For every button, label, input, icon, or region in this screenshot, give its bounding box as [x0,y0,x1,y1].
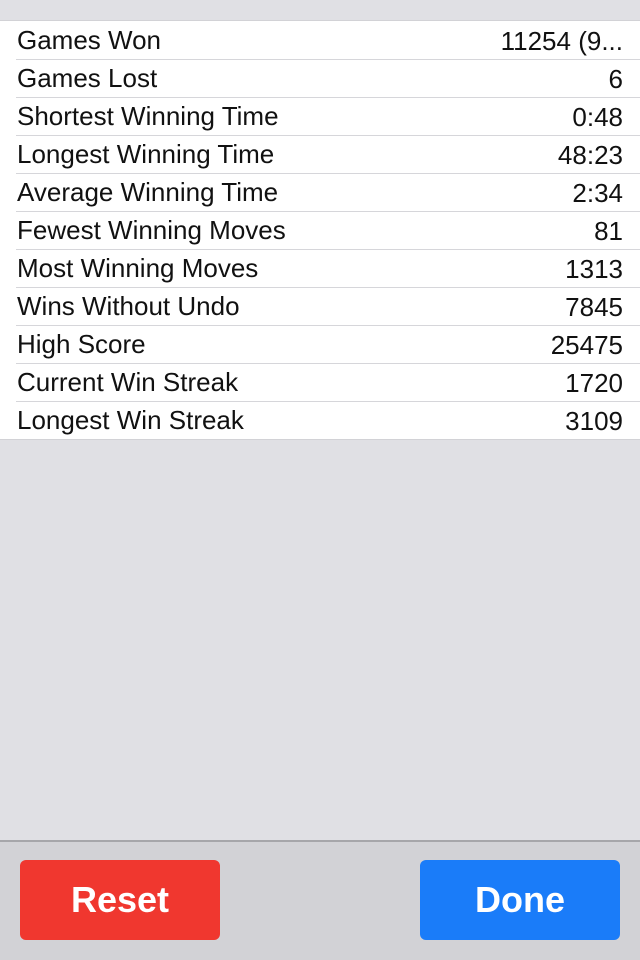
stat-row-longest-win-streak: Longest Win Streak 3109 [0,401,640,439]
stat-value: 81 [594,216,623,246]
stat-label: Wins Without Undo [17,291,240,321]
stat-value: 6 [608,64,623,94]
stat-label: Games Won [17,25,162,55]
stat-value: 25475 [550,330,623,360]
stat-label: Most Winning Moves [17,253,259,283]
stat-value: 0:48 [572,102,623,132]
stat-value: 7845 [565,292,623,322]
stat-row-high-score: High Score 25475 [0,325,640,363]
stat-value: 2:34 [572,178,623,208]
stat-value: 48:23 [557,140,623,170]
stat-label: Games Lost [17,63,158,93]
stat-row-average-winning-time: Average Winning Time 2:34 [0,173,640,211]
stat-value: 1313 [565,254,623,284]
reset-button[interactable]: Reset [20,860,220,940]
stat-label: Fewest Winning Moves [17,215,286,245]
stat-row-games-lost: Games Lost 6 [0,59,640,97]
stat-value: 11254 (9... [500,26,623,56]
statistics-table: Games Won 11254 (9... Games Lost 6 Short… [0,20,640,440]
stat-label: Longest Winning Time [17,139,275,169]
stat-label: High Score [17,329,146,359]
stat-row-current-win-streak: Current Win Streak 1720 [0,363,640,401]
done-button[interactable]: Done [420,860,620,940]
stat-row-most-winning-moves: Most Winning Moves 1313 [0,249,640,287]
stat-row-shortest-winning-time: Shortest Winning Time 0:48 [0,97,640,135]
stat-row-wins-without-undo: Wins Without Undo 7845 [0,287,640,325]
bottom-toolbar: Reset Done [0,840,640,960]
stat-label: Average Winning Time [17,177,279,207]
stat-value: 1720 [565,368,623,398]
stat-value: 3109 [565,406,623,436]
stat-row-fewest-winning-moves: Fewest Winning Moves 81 [0,211,640,249]
stat-row-longest-winning-time: Longest Winning Time 48:23 [0,135,640,173]
stat-label: Shortest Winning Time [17,101,279,131]
stat-label: Longest Win Streak [17,405,244,435]
stat-row-games-won: Games Won 11254 (9... [0,21,640,59]
stat-label: Current Win Streak [17,367,239,397]
